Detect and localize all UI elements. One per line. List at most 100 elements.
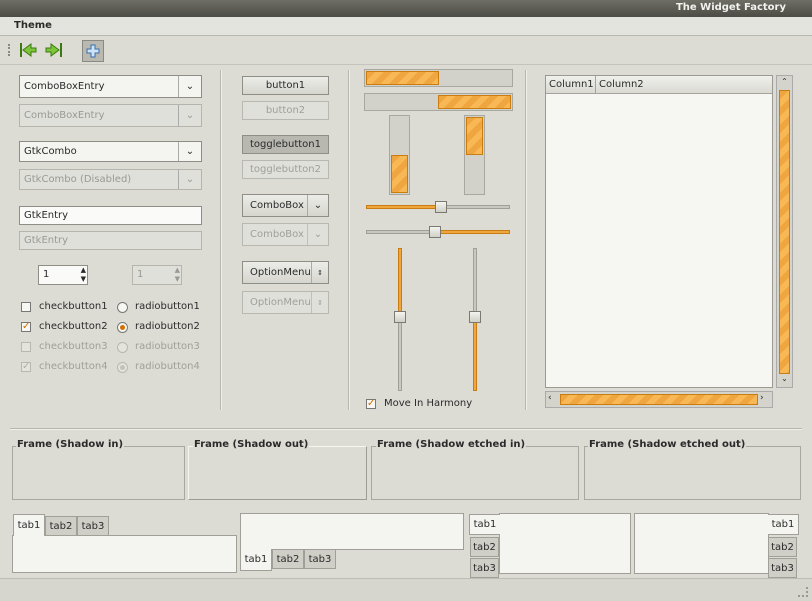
back-icon[interactable] [18, 40, 38, 60]
tab-tab3[interactable]: tab3 [77, 516, 109, 536]
radiobutton-label: radiobutton3 [135, 341, 200, 352]
option-menu-disabled: OptionMenu ⇕ [242, 291, 329, 314]
togglebutton1[interactable]: togglebutton1 [242, 135, 329, 154]
separator [220, 70, 222, 410]
tab-tab1[interactable]: tab1 [768, 514, 799, 535]
combo-box-entry-text[interactable]: ComboBoxEntry [24, 81, 105, 92]
updown-icon: ⇕ [311, 292, 328, 313]
tab-tab1[interactable]: tab1 [240, 549, 272, 571]
notebook-bottom-page [240, 513, 464, 550]
updown-icon[interactable]: ⇕ [311, 262, 328, 283]
frame-shadow-out-label: Frame (Shadow out) [193, 439, 310, 450]
spin-button-value[interactable]: 1 [43, 269, 49, 280]
scroll-right-icon[interactable]: › [760, 393, 770, 406]
combobox-disabled: ComboBox ⌄ [242, 223, 329, 246]
tab-tab2[interactable]: tab2 [272, 549, 304, 569]
gtk-combo-disabled-text: GtkCombo (Disabled) [24, 174, 132, 185]
toolbar-grip[interactable] [8, 44, 13, 56]
spin-arrows-icon: ▲ ▼ [174, 266, 180, 283]
separator [525, 70, 527, 410]
frame-shadow-in [12, 446, 185, 500]
combobox-label[interactable]: ComboBox [250, 200, 304, 211]
button2: button2 [242, 101, 329, 120]
chevron-down-icon[interactable]: ⌄ [307, 195, 328, 216]
tab-tab3[interactable]: tab3 [768, 558, 797, 578]
hscale-knob[interactable] [435, 201, 447, 213]
scrollbar-thumb[interactable] [779, 90, 790, 374]
tab-tab1[interactable]: tab1 [13, 514, 45, 536]
tab-tab2[interactable]: tab2 [470, 537, 499, 557]
scroll-down-icon[interactable]: ⌄ [777, 374, 792, 386]
progress-bar-h2 [364, 93, 513, 111]
chevron-down-icon: ⌄ [178, 170, 201, 189]
tab-tab3[interactable]: tab3 [470, 558, 499, 578]
tab-tab2[interactable]: tab2 [768, 537, 797, 557]
gtk-entry-disabled: GtkEntry [19, 231, 202, 250]
move-in-harmony-checkbox[interactable]: ✓ [366, 399, 376, 409]
combo-box-entry-disabled: ComboBoxEntry ⌄ [19, 104, 202, 127]
vertical-scrollbar[interactable]: ⌃ ⌄ [776, 75, 793, 388]
option-menu-label[interactable]: OptionMenu [250, 267, 311, 278]
checkbutton-label[interactable]: checkbutton1 [39, 301, 108, 312]
column-header-1[interactable]: Column1 [546, 76, 596, 94]
checkbutton-box [21, 342, 31, 352]
menu-bar: Theme [0, 17, 812, 36]
chevron-down-icon[interactable]: ⌄ [178, 142, 201, 161]
separator [348, 70, 350, 410]
add-icon[interactable] [82, 40, 104, 62]
forward-icon[interactable] [44, 40, 64, 60]
column-header-2[interactable]: Column2 [596, 76, 772, 94]
frame-shadow-etched-out-label: Frame (Shadow etched out) [588, 439, 747, 450]
tab-tab1[interactable]: tab1 [469, 514, 500, 535]
move-in-harmony-label[interactable]: Move In Harmony [384, 398, 472, 409]
chevron-down-icon: ⌄ [307, 224, 328, 245]
vscale-fill [473, 317, 477, 391]
radiobutton-circle [117, 362, 128, 373]
progress-fill [466, 117, 483, 155]
window-title: The Widget Factory [675, 2, 786, 13]
vscale-fill [398, 248, 402, 317]
progress-bar-v2 [464, 115, 485, 195]
combobox[interactable]: ComboBox ⌄ [242, 194, 329, 217]
checkbutton-box[interactable]: ✓ [21, 322, 31, 332]
hscale-fill [366, 205, 441, 209]
chevron-down-icon[interactable]: ⌄ [178, 76, 201, 97]
checkbutton-box[interactable] [21, 302, 31, 312]
tree-view[interactable]: Column1 Column2 [545, 75, 773, 388]
vscale-knob[interactable] [394, 311, 406, 323]
frame-shadow-out [188, 446, 367, 500]
menu-theme[interactable]: Theme [14, 20, 52, 31]
togglebutton2: togglebutton2 [242, 160, 329, 179]
vscale-knob[interactable] [469, 311, 481, 323]
radiobutton-label[interactable]: radiobutton2 [135, 321, 200, 332]
chevron-down-icon: ⌄ [178, 105, 201, 126]
gtk-combo[interactable]: GtkCombo ⌄ [19, 141, 202, 162]
checkbutton-label: checkbutton4 [39, 361, 108, 372]
toolbar [0, 37, 812, 65]
scroll-up-icon[interactable]: ⌃ [777, 77, 792, 89]
hscale-knob[interactable] [429, 226, 441, 238]
option-menu[interactable]: OptionMenu ⇕ [242, 261, 329, 284]
combo-box-entry[interactable]: ComboBoxEntry ⌄ [19, 75, 202, 98]
spin-arrows-icon[interactable]: ▲ ▼ [81, 266, 86, 284]
horizontal-scrollbar[interactable]: ‹ › [545, 391, 773, 408]
option-menu-disabled-label: OptionMenu [250, 297, 311, 308]
button1[interactable]: button1 [242, 76, 329, 95]
scrollbar-thumb[interactable] [560, 394, 758, 405]
tab-tab2[interactable]: tab2 [45, 516, 77, 536]
spin-button-disabled-value: 1 [137, 269, 144, 280]
gtk-combo-text[interactable]: GtkCombo [24, 146, 77, 157]
spin-button[interactable]: 1 ▲ ▼ [38, 265, 88, 285]
frame-shadow-etched-in-label: Frame (Shadow etched in) [376, 439, 527, 450]
checkbutton-label[interactable]: checkbutton2 [39, 321, 108, 332]
tab-tab3[interactable]: tab3 [304, 549, 336, 569]
radiobutton-circle[interactable] [117, 302, 128, 313]
radiobutton-circle [117, 342, 128, 353]
resize-grip-icon[interactable] [798, 587, 808, 597]
notebook-left-page [499, 513, 631, 574]
radiobutton-label[interactable]: radiobutton1 [135, 301, 200, 312]
scroll-left-icon[interactable]: ‹ [548, 393, 558, 406]
gtk-combo-disabled: GtkCombo (Disabled) ⌄ [19, 169, 202, 190]
gtk-entry[interactable]: GtkEntry [19, 206, 202, 225]
radiobutton-circle[interactable] [117, 322, 128, 333]
